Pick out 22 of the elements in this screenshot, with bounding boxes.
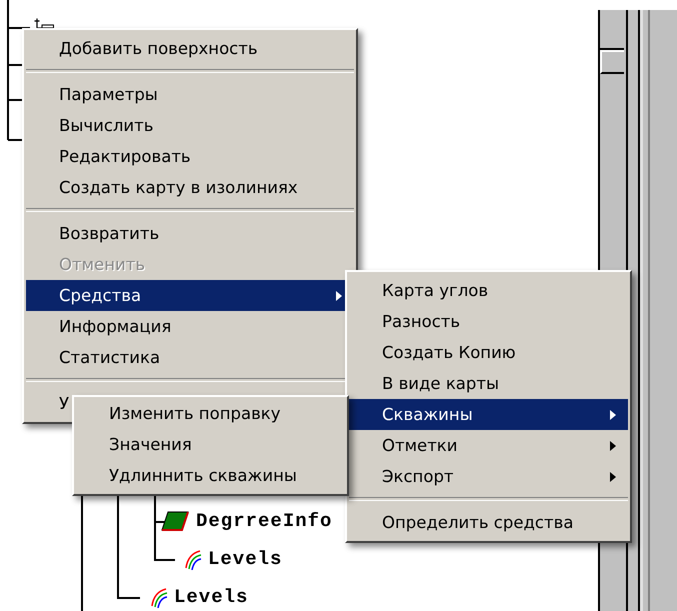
contours-icon	[150, 586, 168, 608]
menu-item[interactable]: Скважины	[349, 399, 628, 430]
menu-item[interactable]: Создать Копию	[349, 337, 628, 368]
menu-item[interactable]: Удлиннить скважины	[76, 460, 345, 491]
tree-item[interactable]: Levels	[208, 548, 282, 570]
menu-item[interactable]: Значения	[76, 429, 345, 460]
menu-item[interactable]: Отметки	[349, 430, 628, 461]
menu-item[interactable]: Экспорт	[349, 461, 628, 492]
contours-icon	[184, 548, 202, 570]
menu-item[interactable]: Вычислить	[26, 110, 354, 141]
menu-item[interactable]: Добавить поверхность	[26, 33, 354, 64]
menu-item[interactable]: Определить средства	[349, 507, 628, 538]
scroll-thumb[interactable]	[600, 50, 624, 74]
tree-item[interactable]: DegrreeInfo	[196, 510, 332, 532]
menu-item[interactable]: Возвратить	[26, 218, 354, 249]
tree-item[interactable]: Levels	[174, 586, 248, 608]
menu-item[interactable]: Создать карту в изолиниях	[26, 172, 354, 203]
menu-item[interactable]: Параметры	[26, 79, 354, 110]
menu-item[interactable]: Изменить поправку	[76, 398, 345, 429]
menu-item[interactable]: В виде карты	[349, 368, 628, 399]
menu-item[interactable]: Редактировать	[26, 141, 354, 172]
grid-icon	[160, 510, 190, 532]
